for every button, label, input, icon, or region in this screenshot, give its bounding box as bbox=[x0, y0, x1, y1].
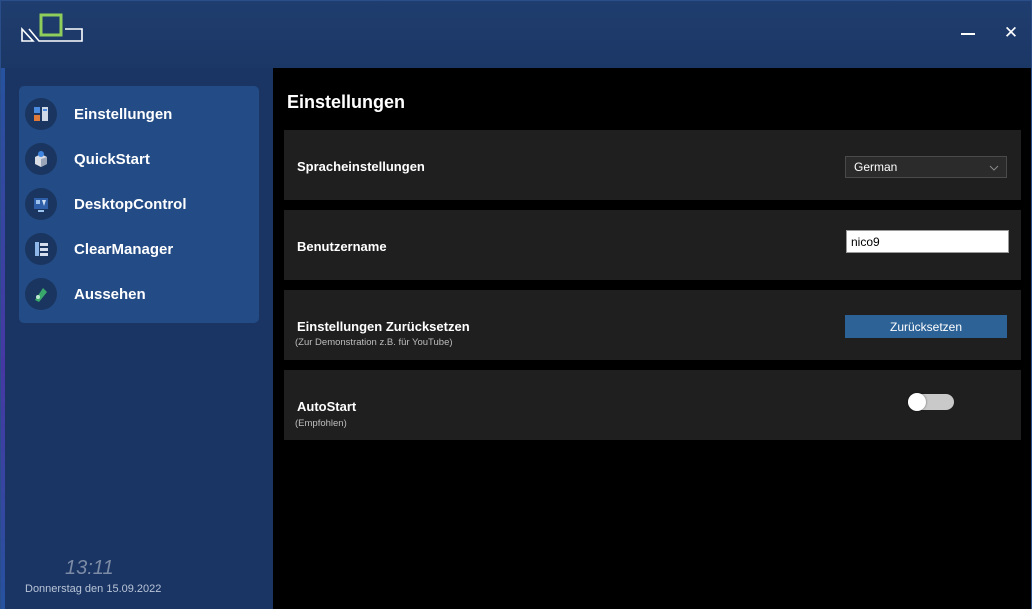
toggle-knob bbox=[908, 393, 926, 411]
sidebar-item-quickstart[interactable]: QuickStart bbox=[25, 139, 253, 179]
sidebar-nav-panel: Einstellungen QuickStart DesktopControl … bbox=[19, 86, 259, 323]
language-select-value: German bbox=[854, 160, 898, 174]
reset-label: Einstellungen Zurücksetzen bbox=[297, 319, 470, 334]
title-bar: ✕ bbox=[1, 1, 1031, 68]
chevron-down-icon bbox=[989, 161, 999, 181]
app-logo bbox=[19, 13, 85, 52]
sidebar-accent-edge bbox=[1, 68, 5, 609]
sidebar-item-label: Einstellungen bbox=[74, 105, 173, 123]
clock-date: Donnerstag den 15.09.2022 bbox=[25, 583, 162, 595]
autostart-label: AutoStart bbox=[297, 399, 357, 414]
settings-icon bbox=[25, 98, 57, 130]
sidebar-item-label: ClearManager bbox=[74, 240, 174, 258]
autostart-setting-card: AutoStart (Empfohlen) bbox=[284, 370, 1021, 440]
desktop-control-icon bbox=[25, 188, 57, 220]
appearance-icon bbox=[25, 278, 57, 310]
minimize-button[interactable] bbox=[954, 19, 982, 47]
sidebar-item-label: QuickStart bbox=[74, 150, 150, 168]
username-label: Benutzername bbox=[297, 239, 387, 254]
reset-setting-card: Einstellungen Zurücksetzen (Zur Demonstr… bbox=[284, 290, 1021, 360]
autostart-sublabel: (Empfohlen) bbox=[295, 418, 347, 429]
sidebar-item-label: DesktopControl bbox=[74, 195, 187, 213]
sidebar-item-aussehen[interactable]: Aussehen bbox=[25, 274, 253, 314]
language-label: Spracheinstellungen bbox=[297, 159, 425, 174]
page-title: Einstellungen bbox=[287, 92, 406, 112]
username-input[interactable] bbox=[846, 230, 1009, 253]
reset-sublabel: (Zur Demonstration z.B. für YouTube) bbox=[295, 337, 453, 348]
sidebar-item-label: Aussehen bbox=[74, 285, 146, 303]
app-window: ✕ Einstellungen QuickStart DesktopContro… bbox=[0, 0, 1032, 609]
username-setting-card: Benutzername bbox=[284, 210, 1021, 280]
sidebar-item-clearmanager[interactable]: ClearManager bbox=[25, 229, 253, 269]
clear-manager-icon bbox=[25, 233, 57, 265]
language-setting-card: Spracheinstellungen German bbox=[284, 130, 1021, 200]
autostart-toggle[interactable] bbox=[908, 393, 954, 411]
language-select[interactable]: German bbox=[845, 156, 1007, 178]
reset-button[interactable]: Zurücksetzen bbox=[845, 315, 1007, 338]
clock-time: 13:11 bbox=[65, 557, 114, 579]
sidebar-item-desktopcontrol[interactable]: DesktopControl bbox=[25, 184, 253, 224]
sidebar-item-einstellungen[interactable]: Einstellungen bbox=[25, 94, 253, 134]
close-button[interactable]: ✕ bbox=[997, 19, 1025, 47]
quickstart-icon bbox=[25, 143, 57, 175]
